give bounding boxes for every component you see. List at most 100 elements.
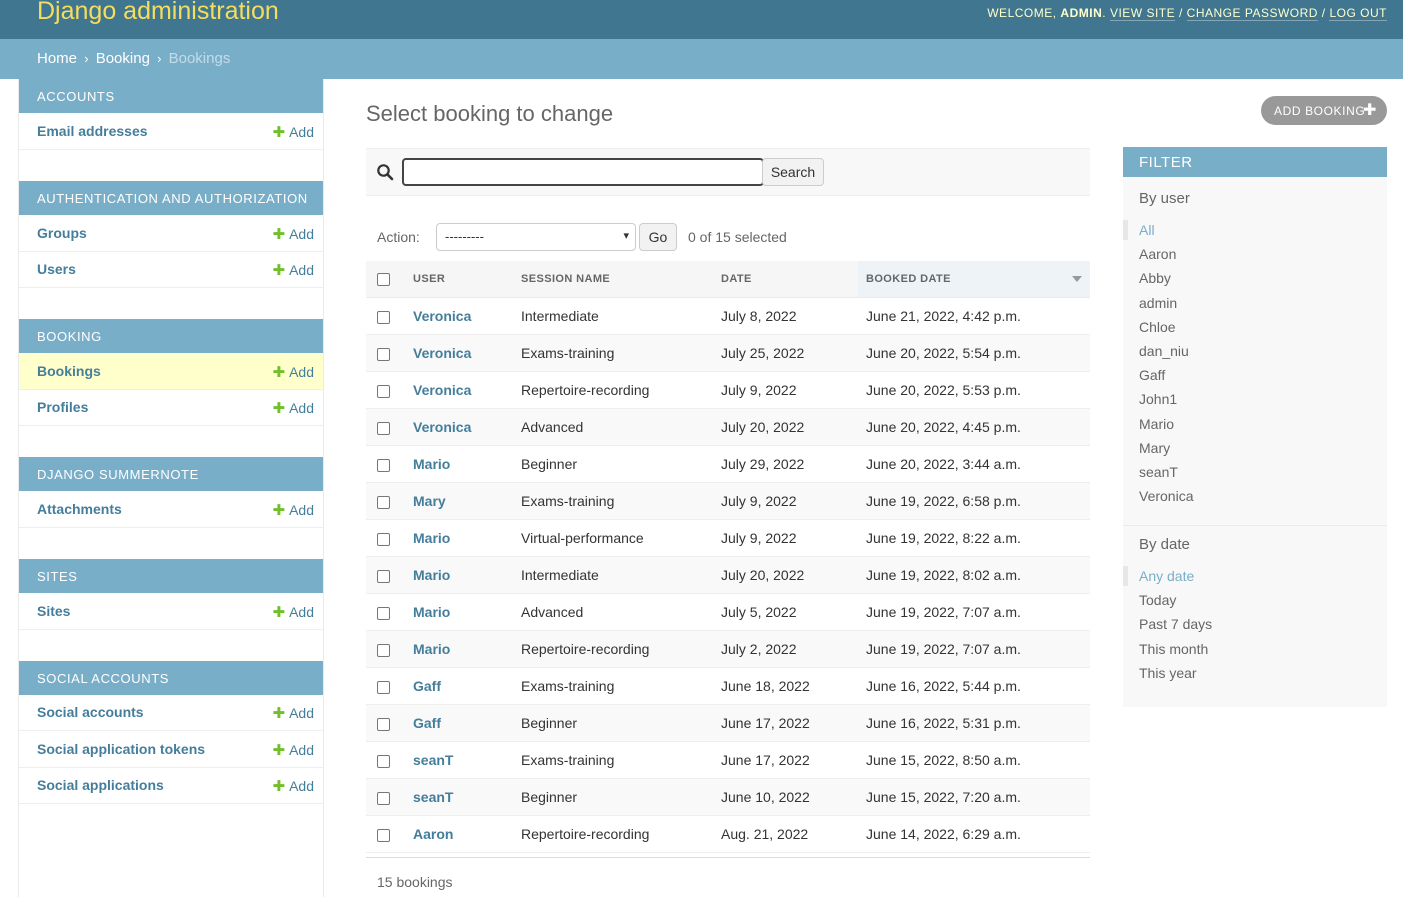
booking-user-link[interactable]: Mario — [413, 604, 450, 620]
module-caption-auth[interactable]: AUTHENTICATION AND AUTHORIZATION — [19, 181, 323, 215]
filter-option[interactable]: admin — [1139, 295, 1177, 311]
go-button[interactable]: Go — [639, 223, 677, 251]
row-checkbox[interactable] — [377, 569, 390, 583]
add-social-account-link[interactable]: ✚ Add — [273, 704, 315, 722]
add-booking-link[interactable]: ✚ Add — [273, 363, 315, 381]
log-out-link[interactable]: LOG OUT — [1329, 6, 1387, 21]
add-profile-link[interactable]: ✚ Add — [273, 399, 315, 417]
sort-descending-icon[interactable] — [1072, 276, 1082, 282]
filter-option[interactable]: Chloe — [1139, 319, 1176, 335]
action-select[interactable]: --------- ▾ — [436, 223, 636, 251]
filter-option[interactable]: This year — [1139, 665, 1197, 681]
chevron-down-icon: ▾ — [623, 230, 629, 242]
module-caption-sites[interactable]: SITES — [19, 559, 323, 593]
booking-user-link[interactable]: Mario — [413, 567, 450, 583]
view-site-link[interactable]: VIEW SITE — [1109, 6, 1176, 21]
booking-user-link[interactable]: Veronica — [413, 382, 471, 398]
row-select-cell — [366, 778, 405, 816]
filter-option[interactable]: Veronica — [1139, 488, 1193, 504]
booking-user-link[interactable]: Mario — [413, 641, 450, 657]
filter-option[interactable]: Abby — [1139, 270, 1171, 286]
module-caption-summernote[interactable]: DJANGO SUMMERNOTE — [19, 457, 323, 491]
row-checkbox[interactable] — [377, 828, 390, 842]
filter-option[interactable]: Mario — [1139, 416, 1174, 432]
sidebar-link-bookings[interactable]: Bookings — [37, 363, 101, 379]
sidebar-link-social-applications[interactable]: Social applications — [37, 777, 164, 793]
row-checkbox[interactable] — [377, 532, 390, 546]
filter-option[interactable]: dan_niu — [1139, 343, 1189, 359]
column-header-session-name[interactable]: SESSION NAME — [513, 261, 713, 298]
sidebar-link-attachments[interactable]: Attachments — [37, 501, 122, 517]
search-button[interactable]: Search — [762, 158, 824, 186]
add-attachment-link[interactable]: ✚ Add — [273, 501, 315, 519]
row-checkbox[interactable] — [377, 791, 390, 805]
filter-option[interactable]: This month — [1139, 641, 1208, 657]
column-header-date[interactable]: DATE — [713, 261, 858, 298]
add-social-application-token-link[interactable]: ✚ Add — [273, 741, 315, 759]
booking-user-link[interactable]: Veronica — [413, 308, 471, 324]
sidebar-link-social-application-tokens[interactable]: Social application tokens — [37, 741, 205, 757]
sidebar-link-groups[interactable]: Groups — [37, 225, 87, 241]
add-group-link[interactable]: ✚ Add — [273, 225, 315, 243]
filter-option[interactable]: All — [1139, 222, 1155, 238]
table-row: Aaron Repertoire-recording Aug. 21, 2022 Ju… — [366, 815, 1090, 853]
module-caption-social-accounts[interactable]: SOCIAL ACCOUNTS — [19, 661, 323, 695]
filter-title: FILTER — [1123, 147, 1387, 177]
filter-option[interactable]: Any date — [1139, 568, 1194, 584]
filter-option[interactable]: seanT — [1139, 464, 1178, 480]
filter-option[interactable]: Past 7 days — [1139, 616, 1212, 632]
cell-date: July 29, 2022 — [713, 445, 858, 483]
filter-option[interactable]: Mary — [1139, 440, 1170, 456]
plus-icon: ✚ — [272, 742, 286, 759]
row-checkbox[interactable] — [377, 680, 390, 694]
search-toolbar: Search — [366, 148, 1090, 196]
row-checkbox[interactable] — [377, 347, 390, 361]
breadcrumb-booking[interactable]: Booking — [96, 50, 150, 67]
sidebar-link-profiles[interactable]: Profiles — [37, 399, 88, 415]
add-email-address-link[interactable]: ✚ Add — [273, 123, 315, 141]
site-name[interactable]: Django administration — [37, 0, 279, 26]
booking-user-link[interactable]: Gaff — [413, 678, 441, 694]
booking-user-link[interactable]: seanT — [413, 789, 453, 805]
cell-user: Mario — [405, 519, 513, 557]
sidebar-link-users[interactable]: Users — [37, 261, 76, 277]
column-header-booked-date[interactable]: BOOKED DATE — [858, 261, 1090, 298]
booking-user-link[interactable]: seanT — [413, 752, 453, 768]
row-checkbox[interactable] — [377, 643, 390, 657]
row-checkbox[interactable] — [377, 717, 390, 731]
filter-option[interactable]: John1 — [1139, 391, 1177, 407]
filter-option[interactable]: Aaron — [1139, 246, 1176, 262]
row-checkbox[interactable] — [377, 754, 390, 768]
column-header-user[interactable]: USER — [405, 261, 513, 298]
add-booking-button[interactable]: ADD BOOKING ✚ — [1261, 96, 1387, 125]
row-checkbox[interactable] — [377, 421, 390, 435]
add-user-link[interactable]: ✚ Add — [273, 261, 315, 279]
booking-user-link[interactable]: Mario — [413, 530, 450, 546]
booking-user-link[interactable]: Veronica — [413, 419, 471, 435]
booking-user-link[interactable]: Aaron — [413, 826, 453, 842]
row-checkbox[interactable] — [377, 310, 390, 324]
booking-user-link[interactable]: Mary — [413, 493, 446, 509]
breadcrumb-home[interactable]: Home — [37, 50, 77, 67]
module-caption-accounts[interactable]: ACCOUNTS — [19, 79, 323, 113]
module-caption-booking[interactable]: BOOKING — [19, 319, 323, 353]
select-all-checkbox[interactable] — [377, 272, 390, 286]
add-site-link[interactable]: ✚ Add — [273, 603, 315, 621]
booking-user-link[interactable]: Gaff — [413, 715, 441, 731]
row-checkbox[interactable] — [377, 495, 390, 509]
sidebar-link-sites[interactable]: Sites — [37, 603, 70, 619]
change-password-link[interactable]: CHANGE PASSWORD — [1186, 6, 1318, 21]
sidebar-link-social-accounts[interactable]: Social accounts — [37, 704, 144, 720]
search-input[interactable] — [402, 158, 764, 186]
row-checkbox[interactable] — [377, 606, 390, 620]
add-social-application-link[interactable]: ✚ Add — [273, 777, 315, 795]
filter-option[interactable]: Gaff — [1139, 367, 1165, 383]
booking-user-link[interactable]: Mario — [413, 456, 450, 472]
filter-option[interactable]: Today — [1139, 592, 1176, 608]
row-checkbox[interactable] — [377, 384, 390, 398]
booking-user-link[interactable]: Veronica — [413, 345, 471, 361]
sidebar-link-email-addresses[interactable]: Email addresses — [37, 123, 148, 139]
breadcrumb-current: Bookings — [168, 50, 231, 67]
cell-session-name: Beginner — [513, 445, 713, 483]
row-checkbox[interactable] — [377, 458, 390, 472]
